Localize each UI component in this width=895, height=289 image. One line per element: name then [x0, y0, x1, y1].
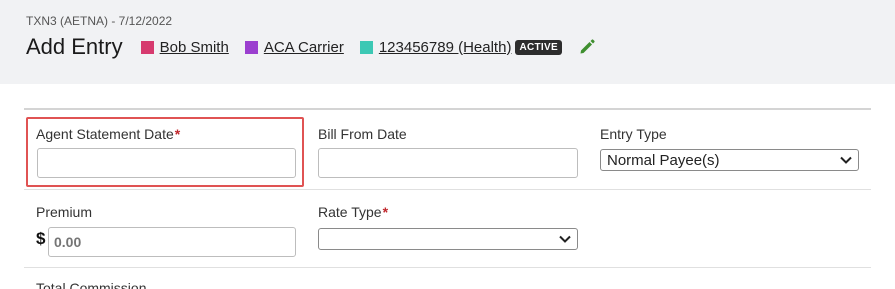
entry-type-label: Entry Type: [600, 126, 667, 142]
bill-from-date-label: Bill From Date: [318, 126, 407, 142]
person-link[interactable]: Bob Smith: [160, 39, 229, 56]
chip-person: Bob Smith: [140, 39, 229, 56]
rate-type-select[interactable]: [318, 228, 578, 250]
premium-input[interactable]: [48, 227, 296, 257]
currency-symbol: $: [36, 229, 46, 248]
entry-type-value: Normal Payee(s): [607, 151, 720, 169]
page-header: TXN3 (AETNA) - 7/12/2022 Add Entry Bob S…: [0, 0, 895, 84]
policy-color-square: [359, 40, 373, 54]
title-row: Add Entry Bob Smith ACA Carrier 12345678…: [26, 34, 596, 60]
carrier-color-square: [244, 40, 258, 54]
row-divider: [24, 189, 871, 190]
agent-statement-date-label: Agent Statement Date*: [36, 126, 181, 142]
breadcrumb: TXN3 (AETNA) - 7/12/2022: [26, 14, 173, 28]
form-top-divider: [24, 108, 871, 110]
entry-type-select[interactable]: Normal Payee(s): [600, 149, 859, 171]
chip-policy: 123456789 (Health): [359, 39, 512, 56]
bill-from-date-input[interactable]: [318, 148, 578, 178]
pencil-icon[interactable]: [578, 38, 596, 56]
chevron-down-icon: [840, 156, 852, 164]
rate-type-label: Rate Type*: [318, 204, 389, 220]
policy-link[interactable]: 123456789 (Health): [379, 39, 512, 56]
required-asterisk: *: [382, 204, 389, 220]
person-color-square: [140, 40, 154, 54]
total-commission-label: Total Commission: [36, 280, 147, 289]
carrier-link[interactable]: ACA Carrier: [264, 39, 344, 56]
agent-statement-date-input[interactable]: [37, 148, 296, 178]
required-asterisk: *: [174, 126, 181, 142]
row-divider: [24, 267, 871, 268]
chevron-down-icon: [559, 235, 571, 243]
status-badge: ACTIVE: [515, 39, 562, 55]
chip-carrier: ACA Carrier: [244, 39, 344, 56]
page-title: Add Entry: [26, 34, 123, 59]
premium-label: Premium: [36, 204, 93, 220]
